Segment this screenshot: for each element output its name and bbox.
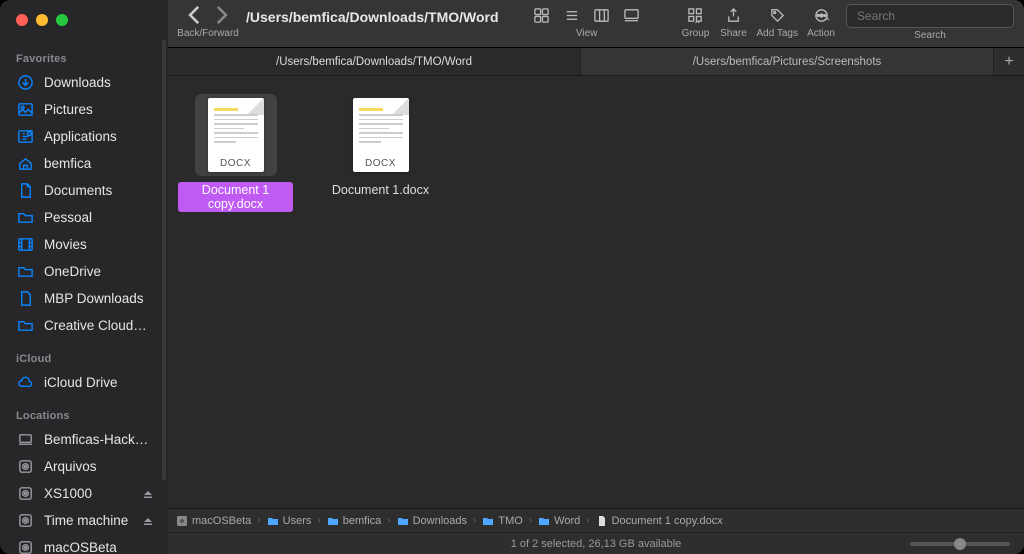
share-label: Share <box>720 28 747 39</box>
path-title: /Users/bemfica/Downloads/TMO/Word <box>238 4 507 30</box>
view-list-button[interactable] <box>557 4 587 26</box>
path-segment[interactable]: bemfica <box>327 515 382 527</box>
finder-window: FavoritesDownloadsPicturesApplicationsbe… <box>0 0 1024 554</box>
share-button[interactable] <box>718 4 748 26</box>
folder-icon <box>16 263 34 281</box>
sidebar-item-movies[interactable]: Movies <box>0 231 168 258</box>
tab-bar: /Users/bemfica/Downloads/TMO/Word/Users/… <box>168 48 1024 76</box>
view-gallery-button[interactable] <box>617 4 647 26</box>
file-item[interactable]: DOCX Document 1.docx <box>323 94 438 198</box>
action-label: Action <box>807 28 835 39</box>
status-bar: 1 of 2 selected, 26,13 GB available <box>168 532 1024 554</box>
sidebar-item-creative-cloud-[interactable]: Creative Cloud… <box>0 312 168 339</box>
sidebar-item-pictures[interactable]: Pictures <box>0 96 168 123</box>
download-icon <box>16 74 34 92</box>
folder-icon <box>16 209 34 227</box>
file-label: Document 1 copy.docx <box>178 182 293 212</box>
action-button[interactable] <box>806 4 836 26</box>
main-area: Back/Forward /Users/bemfica/Downloads/TM… <box>168 0 1024 554</box>
sidebar-item-bemficas-hack-[interactable]: Bemficas-Hack… <box>0 426 168 453</box>
icon-size-slider[interactable] <box>910 542 1010 546</box>
status-text: 1 of 2 selected, 26,13 GB available <box>511 538 682 550</box>
forward-button[interactable] <box>208 4 234 26</box>
file-label: Document 1.docx <box>328 182 433 198</box>
close-button[interactable] <box>16 14 28 26</box>
path-segment[interactable]: Downloads <box>397 515 467 527</box>
fullscreen-button[interactable] <box>56 14 68 26</box>
path-bar: macOSBeta›Users›bemfica›Downloads›TMO›Wo… <box>168 508 1024 532</box>
disk-icon <box>16 539 34 554</box>
laptop-icon <box>16 431 34 449</box>
sidebar-item-downloads[interactable]: Downloads <box>0 69 168 96</box>
path-segment[interactable]: Document 1 copy.docx <box>596 515 723 527</box>
file-icon: DOCX <box>195 94 277 176</box>
search-input[interactable] <box>857 9 1012 23</box>
home-icon <box>16 155 34 173</box>
sidebar-item-arquivos[interactable]: Arquivos <box>0 453 168 480</box>
eject-icon[interactable] <box>142 487 156 501</box>
sidebar-section-icloud: iCloud <box>0 339 168 369</box>
sidebar-section-favorites: Favorites <box>0 39 168 69</box>
path-segment[interactable]: macOSBeta <box>176 515 251 527</box>
sidebar-section-locations: Locations <box>0 396 168 426</box>
sidebar-item-mbp-downloads[interactable]: MBP Downloads <box>0 285 168 312</box>
add-tags-button[interactable] <box>762 4 792 26</box>
group-button[interactable] <box>680 4 710 26</box>
back-forward-label: Back/Forward <box>177 28 239 39</box>
file-icon <box>16 290 34 308</box>
nav-buttons <box>182 4 234 26</box>
toolbar: Back/Forward /Users/bemfica/Downloads/TM… <box>168 0 1024 48</box>
sidebar-item-applications[interactable]: Applications <box>0 123 168 150</box>
file-browser-content[interactable]: DOCX Document 1 copy.docx DOCX Document 1.d… <box>168 76 1024 508</box>
add-tags-label: Add Tags <box>756 28 798 39</box>
sidebar-scrollbar[interactable] <box>162 40 166 480</box>
file-icon: DOCX <box>340 94 422 176</box>
eject-icon[interactable] <box>142 514 156 528</box>
sidebar-item-bemfica[interactable]: bemfica <box>0 150 168 177</box>
view-column-button[interactable] <box>587 4 617 26</box>
sidebar-item-xs1000[interactable]: XS1000 <box>0 480 168 507</box>
movies-icon <box>16 236 34 254</box>
disk-icon <box>16 458 34 476</box>
group-label: Group <box>682 28 710 39</box>
sidebar-item-documents[interactable]: Documents <box>0 177 168 204</box>
docs-icon <box>16 182 34 200</box>
pictures-icon <box>16 101 34 119</box>
search-field[interactable] <box>846 4 1014 28</box>
sidebar: FavoritesDownloadsPicturesApplicationsbe… <box>0 0 168 554</box>
apps-icon <box>16 128 34 146</box>
disk-icon <box>16 485 34 503</box>
window-controls <box>0 0 168 39</box>
file-item[interactable]: DOCX Document 1 copy.docx <box>178 94 293 212</box>
path-segment[interactable]: TMO <box>482 515 522 527</box>
sidebar-item-time-machine[interactable]: Time machine <box>0 507 168 534</box>
cloud-icon <box>16 374 34 392</box>
path-segment[interactable]: Users <box>267 515 312 527</box>
sidebar-item-macosbeta[interactable]: macOSBeta <box>0 534 168 554</box>
sidebar-item-onedrive[interactable]: OneDrive <box>0 258 168 285</box>
sidebar-item-pessoal[interactable]: Pessoal <box>0 204 168 231</box>
view-icon-button[interactable] <box>527 4 557 26</box>
disk-icon <box>16 512 34 530</box>
search-label: Search <box>914 30 946 41</box>
view-label: View <box>576 28 598 39</box>
minimize-button[interactable] <box>36 14 48 26</box>
folder-icon <box>16 317 34 335</box>
tab[interactable]: /Users/bemfica/Downloads/TMO/Word <box>168 48 581 75</box>
new-tab-button[interactable]: + <box>994 48 1024 75</box>
back-button[interactable] <box>182 4 208 26</box>
sidebar-item-icloud-drive[interactable]: iCloud Drive <box>0 369 168 396</box>
tab[interactable]: /Users/bemfica/Pictures/Screenshots <box>581 48 994 75</box>
path-segment[interactable]: Word <box>538 515 580 527</box>
